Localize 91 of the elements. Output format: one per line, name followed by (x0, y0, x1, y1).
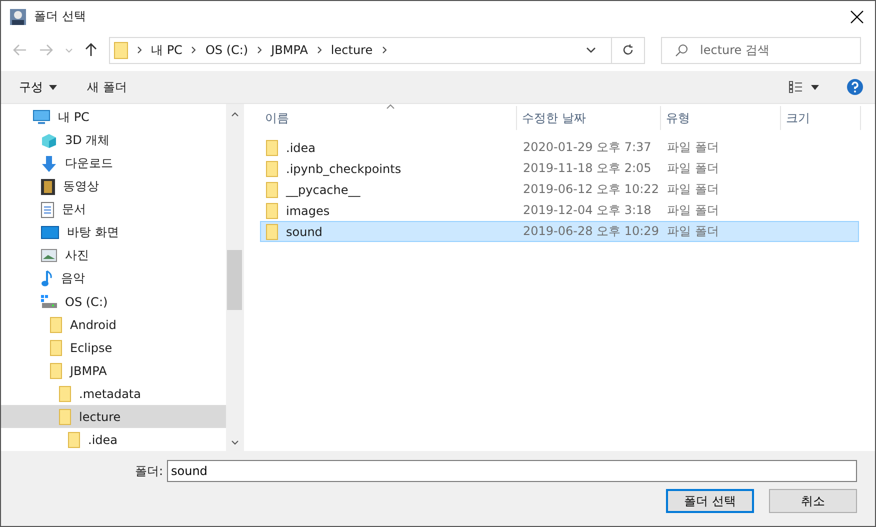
folder-icon (50, 340, 62, 356)
file-row[interactable]: .idea 2020-01-29 오후 7:37 파일 폴더 (260, 137, 859, 158)
refresh-icon[interactable] (622, 44, 634, 56)
file-row[interactable]: images 2019-12-04 오후 3:18 파일 폴더 (260, 200, 859, 221)
file-row[interactable]: .ipynb_checkpoints 2019-11-18 오후 2:05 파일 폴더 (260, 158, 859, 179)
app-icon (9, 8, 27, 26)
folder-icon (50, 362, 62, 378)
up-arrow-icon[interactable] (85, 43, 97, 57)
file-name: .idea (286, 140, 316, 154)
chevron-right-icon[interactable] (316, 46, 322, 54)
address-bar[interactable]: 내 PC OS (C:) JBMPA lecture (109, 36, 645, 64)
file-name: sound (286, 224, 322, 238)
select-folder-button[interactable]: 폴더 선택 (666, 489, 754, 513)
file-type: 파일 폴더 (667, 203, 719, 217)
file-type: 파일 폴더 (667, 161, 719, 175)
tree-item[interactable]: 내 PC (1, 106, 226, 129)
caret-icon (49, 84, 57, 90)
folder-icon (59, 408, 71, 424)
column-header[interactable]: 유형 (661, 106, 781, 130)
breadcrumb[interactable]: JBMPA (271, 43, 308, 57)
scrollbar[interactable] (226, 104, 243, 451)
column-header[interactable]: 크기 (781, 106, 861, 130)
film-icon (41, 178, 55, 194)
download-arrow-icon (41, 156, 57, 172)
folder-icon (114, 42, 128, 58)
chevron-right-icon[interactable] (382, 46, 387, 54)
folder-icon (266, 202, 278, 218)
cancel-button[interactable]: 취소 (769, 489, 857, 513)
folder-icon (59, 386, 71, 402)
date-modified: 2019-11-18 오후 2:05 (523, 161, 652, 175)
tree-item[interactable]: Android (1, 313, 226, 336)
tree-item[interactable]: OS (C:) (1, 290, 226, 313)
field-label: 폴더: (134, 462, 163, 480)
drive-icon (41, 294, 57, 308)
date-modified: 2020-01-29 오후 7:37 (523, 140, 652, 154)
tree-item[interactable]: JBMPA (1, 359, 226, 382)
breadcrumb[interactable]: OS (C:) (205, 43, 248, 57)
search-icon (675, 44, 688, 56)
scrollbar-thumb[interactable] (227, 250, 242, 310)
chevron-down-icon[interactable] (586, 47, 596, 53)
new-folder-button[interactable]: 새 폴더 (87, 78, 127, 96)
file-name: .ipynb_checkpoints (286, 162, 402, 176)
file-row[interactable]: sound 2019-06-28 오후 10:29 파일 폴더 (260, 221, 859, 242)
view-options-icon[interactable] (789, 81, 819, 93)
tree-item[interactable]: 음악 (1, 267, 226, 290)
chevron-right-icon[interactable] (191, 46, 196, 54)
cube-icon (41, 132, 57, 148)
image-icon (41, 249, 57, 262)
column-header[interactable]: 수정한 날짜 (517, 106, 661, 130)
tree-item[interactable]: Eclipse (1, 336, 226, 359)
date-modified: 2019-06-28 오후 10:29 (523, 224, 659, 238)
tree-item[interactable]: 3D 개체 (1, 129, 226, 152)
search-field[interactable]: lecture 검색 (661, 36, 861, 64)
tree-item[interactable]: 동영상 (1, 175, 226, 198)
tree-item[interactable]: .metadata (1, 382, 226, 405)
folder-icon (266, 182, 278, 198)
computer-icon (33, 110, 50, 125)
folder-icon (266, 224, 278, 240)
file-name: images (286, 204, 330, 218)
scroll-up-icon[interactable] (230, 112, 238, 117)
help-icon[interactable] (847, 79, 863, 95)
folder-name-field[interactable]: sound (167, 460, 857, 482)
music-note-icon (41, 270, 53, 287)
document-icon (41, 202, 54, 218)
tree-item[interactable]: lecture (1, 405, 226, 428)
folder-icon (266, 140, 278, 156)
close-icon[interactable] (850, 10, 864, 24)
column-header[interactable]: 이름 (260, 106, 517, 130)
breadcrumb[interactable]: 내 PC (151, 42, 182, 58)
folder-icon (266, 160, 278, 176)
tree-item[interactable]: 문서 (1, 198, 226, 221)
file-type: 파일 폴더 (667, 140, 719, 154)
tree-item[interactable]: 다운로드 (1, 152, 226, 175)
monitor-icon (41, 226, 59, 239)
chevron-right-icon[interactable] (257, 46, 262, 54)
folder-icon (68, 432, 80, 448)
file-type: 파일 폴더 (667, 182, 719, 196)
chevron-right-icon[interactable] (137, 46, 142, 54)
scroll-down-icon[interactable] (230, 440, 238, 445)
file-row[interactable]: __pycache__ 2019-06-12 오후 10:22 파일 폴더 (260, 179, 859, 200)
breadcrumb[interactable]: lecture (330, 43, 373, 57)
file-name: __pycache__ (286, 182, 360, 196)
date-modified: 2019-12-04 오후 3:18 (523, 203, 652, 217)
tree-item[interactable]: .idea (1, 428, 226, 451)
window-title: 폴더 선택 (34, 8, 86, 25)
date-modified: 2019-06-12 오후 10:22 (523, 182, 659, 196)
tree-item[interactable]: 사진 (1, 244, 226, 267)
file-type: 파일 폴더 (667, 224, 719, 238)
folder-icon (50, 316, 62, 332)
tree-item[interactable]: 바탕 화면 (1, 221, 226, 244)
organize-menu[interactable]: 구성 (19, 78, 57, 96)
